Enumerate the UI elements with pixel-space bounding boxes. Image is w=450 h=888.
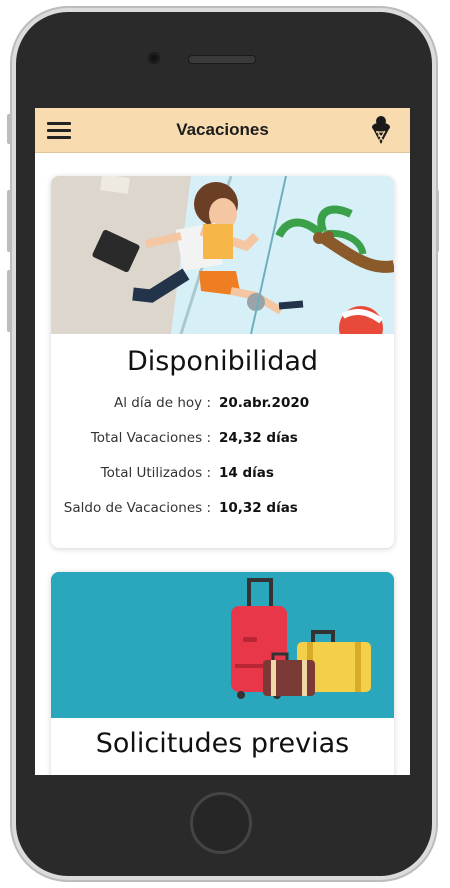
summary-row: Total Utilizados : 14 días: [51, 465, 394, 500]
summary-row: Al día de hoy : 20.abr.2020: [51, 395, 394, 430]
row-label: Al día de hoy :: [114, 395, 211, 411]
running-man-illustration: [51, 176, 394, 334]
vacation-banner-image: [51, 176, 394, 334]
front-camera: [148, 52, 160, 64]
page-title: Vacaciones: [176, 120, 269, 139]
app-screen: Vacaciones Disponibilidad Al día de hoy …: [35, 108, 410, 775]
ice-cream-icon[interactable]: [370, 115, 392, 145]
previous-requests-title: Solicitudes previas: [95, 728, 350, 759]
home-button[interactable]: [190, 792, 252, 854]
hamburger-menu-icon[interactable]: [47, 122, 73, 139]
row-value: 20.abr.2020: [219, 395, 310, 411]
luggage-illustration: [51, 572, 394, 718]
app-header: Vacaciones: [35, 108, 410, 153]
row-value: 14 días: [219, 465, 274, 481]
row-value: 10,32 días: [219, 500, 298, 516]
previous-requests-card[interactable]: Solicitudes previas: [51, 572, 394, 775]
availability-summary: Al día de hoy : 20.abr.2020 Total Vacaci…: [51, 395, 394, 535]
row-label: Saldo de Vacaciones :: [63, 500, 211, 516]
row-label: Total Vacaciones :: [90, 430, 211, 446]
row-value: 24,32 días: [219, 430, 298, 446]
luggage-banner-image: [51, 572, 394, 718]
summary-row: Saldo de Vacaciones : 10,32 días: [51, 500, 394, 535]
availability-card: Disponibilidad Al día de hoy : 20.abr.20…: [51, 176, 394, 548]
summary-row: Total Vacaciones : 24,32 días: [51, 430, 394, 465]
availability-title: Disponibilidad: [126, 346, 319, 377]
earpiece-speaker: [188, 55, 256, 64]
row-label: Total Utilizados :: [100, 465, 211, 481]
